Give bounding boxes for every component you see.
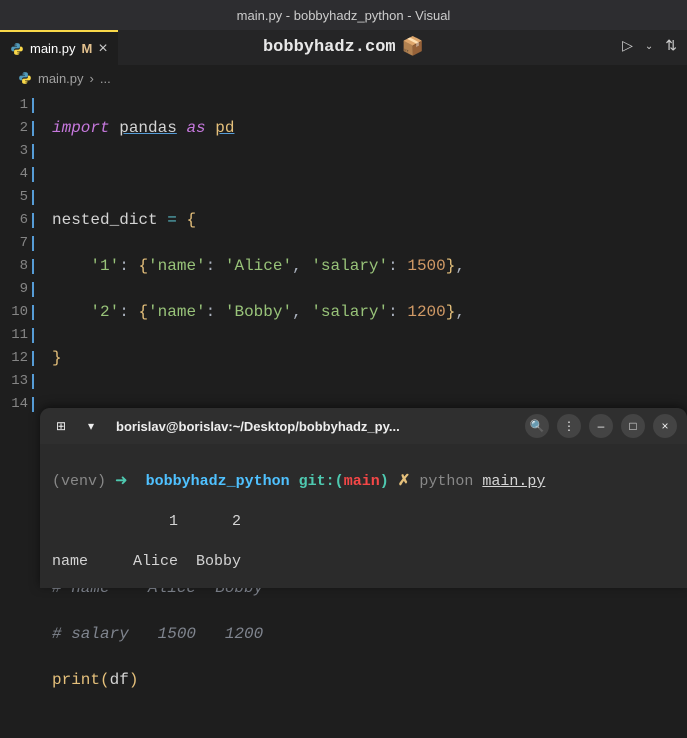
maximize-icon[interactable]: □	[621, 414, 645, 438]
tab-main-py[interactable]: main.py M ×	[0, 30, 118, 65]
editor-run-controls: ▷ ⌄ ⇅	[622, 38, 677, 55]
terminal-output: 1 2	[52, 512, 675, 532]
tab-modified-indicator: M	[82, 41, 93, 56]
line-number: 8	[0, 255, 28, 278]
editor-tabs: main.py M × bobbyhadz.com 📦 ▷ ⌄ ⇅	[0, 30, 687, 66]
python-file-icon	[18, 71, 32, 85]
compare-icon[interactable]: ⇅	[665, 38, 677, 55]
terminal-title: borislav@borislav:~/Desktop/bobbyhadz_py…	[110, 419, 517, 434]
breadcrumb-file: main.py	[38, 71, 84, 86]
search-icon[interactable]: 🔍	[525, 414, 549, 438]
close-icon[interactable]: ×	[653, 414, 677, 438]
terminal-panel: ⊞ ▾ borislav@borislav:~/Desktop/bobbyhad…	[40, 408, 687, 588]
terminal-header: ⊞ ▾ borislav@borislav:~/Desktop/bobbyhad…	[40, 408, 687, 444]
watermark: bobbyhadz.com 📦	[263, 36, 424, 58]
run-icon[interactable]: ▷	[622, 38, 633, 55]
terminal-body[interactable]: (venv) ➜ bobbyhadz_python git:(main) ✗ p…	[40, 444, 687, 588]
package-icon: 📦	[402, 36, 424, 58]
line-number: 6	[0, 209, 28, 232]
breadcrumb[interactable]: main.py › ...	[0, 66, 687, 90]
python-file-icon	[10, 42, 24, 56]
line-number: 13	[0, 370, 28, 393]
line-number: 14	[0, 393, 28, 416]
minimize-icon[interactable]: –	[589, 414, 613, 438]
breadcrumb-sep: ›	[90, 71, 94, 86]
terminal-output: name Alice Bobby	[52, 552, 675, 572]
line-number: 10	[0, 301, 28, 324]
menu-icon[interactable]: ⋮	[557, 414, 581, 438]
dropdown-icon[interactable]: ▾	[80, 415, 102, 437]
line-number: 1	[0, 94, 28, 117]
line-number: 12	[0, 347, 28, 370]
line-number: 4	[0, 163, 28, 186]
line-number-gutter: 1 2 3 4 5 6 7 8 9 10 11 12 13 14	[0, 94, 32, 738]
breadcrumb-more: ...	[100, 71, 111, 86]
window-title-bar: main.py - bobbyhadz_python - Visual	[0, 0, 687, 30]
line-number: 5	[0, 186, 28, 209]
line-number: 11	[0, 324, 28, 347]
line-number: 3	[0, 140, 28, 163]
line-number: 2	[0, 117, 28, 140]
line-number: 9	[0, 278, 28, 301]
line-number: 7	[0, 232, 28, 255]
new-tab-icon[interactable]: ⊞	[50, 415, 72, 437]
tab-label: main.py	[30, 41, 76, 56]
run-dropdown-icon[interactable]: ⌄	[645, 41, 653, 53]
window-title: main.py - bobbyhadz_python - Visual	[237, 8, 451, 23]
close-icon[interactable]: ×	[98, 40, 107, 58]
watermark-text: bobbyhadz.com	[263, 38, 396, 57]
